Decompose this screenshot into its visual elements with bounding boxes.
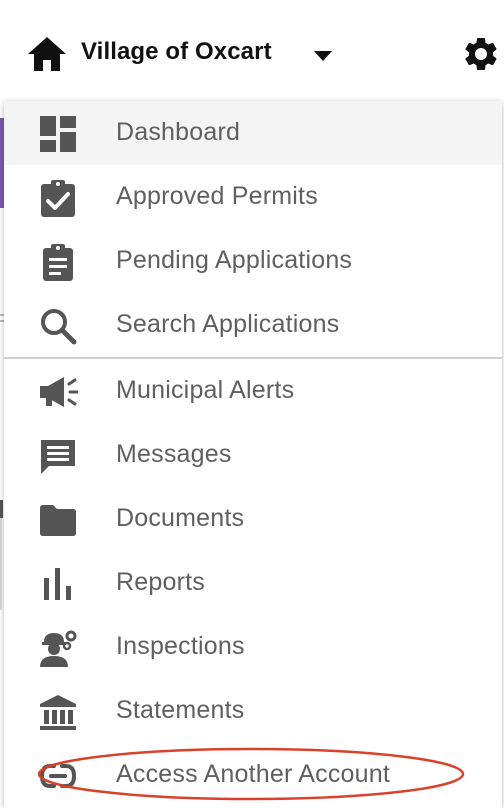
menu-item-reports[interactable]: Reports <box>4 551 502 615</box>
menu-item-label: Approved Permits <box>116 182 318 210</box>
bank-icon <box>40 695 76 730</box>
megaphone-icon <box>40 377 78 407</box>
menu-item-municipal-alerts[interactable]: Municipal Alerts <box>4 359 502 423</box>
menu-item-label: Pending Applications <box>116 246 353 274</box>
gear-icon[interactable] <box>461 34 501 74</box>
menu-item-label: Reports <box>116 568 205 596</box>
menu-item-messages[interactable]: Messages <box>4 423 502 487</box>
menu-item-label: Search Applications <box>116 310 340 338</box>
home-icon[interactable] <box>27 36 67 72</box>
caret-down-icon[interactable] <box>312 49 334 63</box>
menu-item-label: Inspections <box>116 632 245 660</box>
menu-item-label: Statements <box>116 696 245 724</box>
inspector-icon <box>40 630 77 667</box>
menu-item-dashboard[interactable]: Dashboard <box>4 101 502 165</box>
village-title[interactable]: Village of Oxcart <box>81 38 272 66</box>
menu-item-approved-permits[interactable]: Approved Permits <box>4 165 502 229</box>
menu-item-access-another-account[interactable]: Access Another Account <box>4 743 502 807</box>
background-text-fragment <box>0 500 3 518</box>
clipboard-check-icon <box>41 180 75 217</box>
bar-chart-icon <box>44 568 71 600</box>
message-icon <box>41 440 75 474</box>
link-icon <box>39 764 77 788</box>
app-header: Village of Oxcart <box>0 0 504 100</box>
menu-item-statements[interactable]: Statements <box>4 679 502 743</box>
menu-item-documents[interactable]: Documents <box>4 487 502 551</box>
search-icon <box>41 309 77 345</box>
dashboard-icon <box>40 116 76 152</box>
menu-item-label: Access Another Account <box>116 760 391 788</box>
account-dropdown-menu: Dashboard Approved Permits Pending Appli… <box>4 101 502 808</box>
menu-item-search-applications[interactable]: Search Applications <box>4 293 502 357</box>
menu-item-label: Dashboard <box>116 118 241 146</box>
folder-icon <box>40 505 76 536</box>
clipboard-text-icon <box>43 244 73 281</box>
menu-item-pending-applications[interactable]: Pending Applications <box>4 229 502 293</box>
menu-item-label: Municipal Alerts <box>116 376 295 404</box>
menu-item-inspections[interactable]: Inspections <box>4 615 502 679</box>
menu-item-label: Documents <box>116 504 245 532</box>
menu-item-label: Messages <box>116 440 232 468</box>
